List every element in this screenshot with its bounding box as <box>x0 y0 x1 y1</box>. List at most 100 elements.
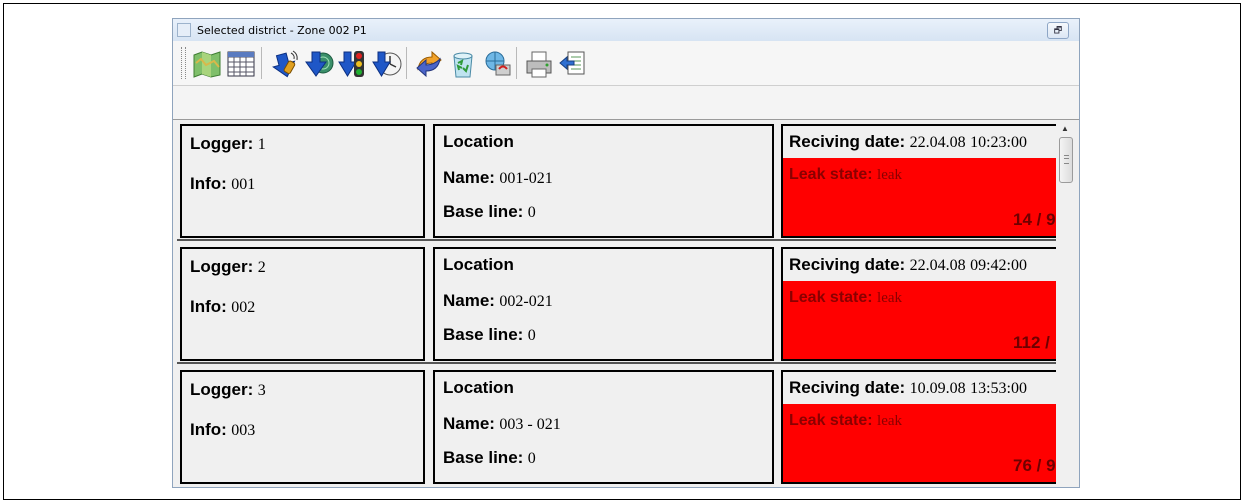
traffic-light-download-icon <box>338 51 364 77</box>
name-value: 002-021 <box>499 293 553 310</box>
logger-row[interactable]: Logger: 3 Info: 003 Location Name: 003 -… <box>177 366 1056 487</box>
location-cell: Location Name: 003 - 021 Base line: 0 <box>433 370 774 484</box>
info-value: 002 <box>231 299 256 316</box>
leak-state-label: Leak state: <box>789 412 873 429</box>
leak-count: 14 / 9 <box>1013 210 1056 229</box>
recycle-button[interactable] <box>447 48 479 80</box>
name-value: 001-021 <box>499 170 553 187</box>
receiving-time-value: 13:53:00 <box>970 380 1027 397</box>
window-system-icon[interactable] <box>177 23 191 37</box>
location-cell: Location Name: 002-021 Base line: 0 <box>433 247 774 361</box>
name-label: Name: <box>443 291 495 310</box>
logger-number: 3 <box>257 382 266 399</box>
logger-row[interactable]: Logger: 1 Info: 001 Location Name: 001-0… <box>177 120 1056 242</box>
network-refresh-icon <box>485 51 511 76</box>
logger-line: Logger: 3 <box>190 380 266 400</box>
base-line-value: 0 <box>527 327 536 344</box>
leak-state-value: leak <box>877 413 903 429</box>
toolbar-separator <box>406 47 407 79</box>
info-line: Info: 002 <box>190 297 255 317</box>
logger-row[interactable]: Logger: 2 Info: 002 Location Name: 002-0… <box>177 243 1056 365</box>
scroll-up-arrow-icon[interactable]: ▲ <box>1061 124 1069 133</box>
title-bar: Selected district - Zone 002 P1 🗗 <box>173 19 1079 42</box>
map-button[interactable] <box>191 48 223 80</box>
base-line-label: Base line: <box>443 202 524 221</box>
base-line-value: 0 <box>527 450 536 467</box>
info-line: Info: 001 <box>190 174 255 194</box>
name-label: Name: <box>443 168 495 187</box>
location-heading: Location <box>443 255 514 274</box>
window-title: Selected district - Zone 002 P1 <box>197 24 367 37</box>
leak-state-line: Leak state: leak <box>789 166 902 184</box>
info-value: 001 <box>231 176 256 193</box>
grid-button[interactable] <box>225 48 257 80</box>
status-cell: Reciving date: 22.04.08 09:42:00 Leak st… <box>781 247 1056 361</box>
download-signal-button[interactable] <box>269 48 301 80</box>
receiving-date-label: Reciving date: <box>789 132 906 151</box>
leak-state-label: Leak state: <box>789 289 873 306</box>
leak-count: 112 / <box>1013 333 1050 352</box>
base-line-line: Base line: 0 <box>443 448 536 468</box>
printer-icon <box>526 51 552 78</box>
name-line: Name: 002-021 <box>443 291 553 311</box>
logger-label: Logger: <box>190 134 254 153</box>
leak-state-value: leak <box>877 167 903 183</box>
leak-state-label: Leak state: <box>789 166 873 183</box>
row-divider <box>177 362 1056 364</box>
info-label: Info: <box>190 297 227 316</box>
print-button[interactable] <box>523 48 555 80</box>
toolbar-separator <box>516 47 517 79</box>
clock-download-icon <box>372 51 402 77</box>
sync-button[interactable] <box>413 48 445 80</box>
base-line-label: Base line: <box>443 448 524 467</box>
map-icon <box>193 51 221 78</box>
base-line-value: 0 <box>527 204 536 221</box>
vertical-scrollbar[interactable]: ▲ <box>1057 120 1075 487</box>
toolbar-separator <box>261 47 262 79</box>
toolbar <box>173 41 1079 86</box>
leak-state-line: Leak state: leak <box>789 412 902 430</box>
export-report-icon <box>559 51 585 75</box>
sync-arrows-icon <box>416 50 442 78</box>
logger-cell: Logger: 2 Info: 002 <box>180 247 425 361</box>
name-label: Name: <box>443 414 495 433</box>
logger-label: Logger: <box>190 257 254 276</box>
leak-status-panel: Leak state: leak 14 / 9 <box>783 158 1056 236</box>
receiving-date-line: Reciving date: 22.04.08 10:23:00 <box>789 132 1027 152</box>
base-line-line: Base line: 0 <box>443 325 536 345</box>
base-line-line: Base line: 0 <box>443 202 536 222</box>
location-heading: Location <box>443 378 514 397</box>
receiving-time-value: 09:42:00 <box>970 257 1027 274</box>
leak-status-panel: Leak state: leak 76 / 9 <box>783 404 1056 482</box>
clock-download-button[interactable] <box>371 48 403 80</box>
status-cell: Reciving date: 10.09.08 13:53:00 Leak st… <box>781 370 1056 484</box>
receiving-date-line: Reciving date: 22.04.08 09:42:00 <box>789 255 1027 275</box>
traffic-light-button[interactable] <box>337 48 369 80</box>
info-line: Info: 003 <box>190 420 255 440</box>
logger-line: Logger: 2 <box>190 257 266 277</box>
export-button[interactable] <box>557 48 589 80</box>
restore-button[interactable]: 🗗 <box>1047 22 1069 39</box>
leak-state-line: Leak state: leak <box>789 289 902 307</box>
name-value: 003 - 021 <box>499 416 561 433</box>
leak-count: 76 / 9 <box>1013 456 1056 475</box>
selected-district-window: Selected district - Zone 002 P1 🗗 Logger… <box>172 18 1080 488</box>
leak-status-panel: Leak state: leak 112 / <box>783 281 1056 359</box>
logger-number: 2 <box>257 259 266 276</box>
leak-state-value: leak <box>877 290 903 306</box>
toolbar-grip[interactable] <box>181 47 186 79</box>
receiving-date-label: Reciving date: <box>789 378 906 397</box>
info-label: Info: <box>190 174 227 193</box>
recycle-bin-icon <box>453 52 473 78</box>
grid-table-icon <box>227 51 255 77</box>
download-radar-icon <box>305 51 334 77</box>
logger-cell: Logger: 1 Info: 001 <box>180 124 425 238</box>
logger-list: Logger: 1 Info: 001 Location Name: 001-0… <box>177 120 1056 487</box>
location-cell: Location Name: 001-021 Base line: 0 <box>433 124 774 238</box>
logger-number: 1 <box>257 136 266 153</box>
network-refresh-button[interactable] <box>481 48 513 80</box>
receiving-date-value: 22.04.08 <box>909 257 966 274</box>
location-heading: Location <box>443 132 514 151</box>
scrollbar-thumb[interactable] <box>1059 137 1073 183</box>
download-radar-button[interactable] <box>303 48 335 80</box>
